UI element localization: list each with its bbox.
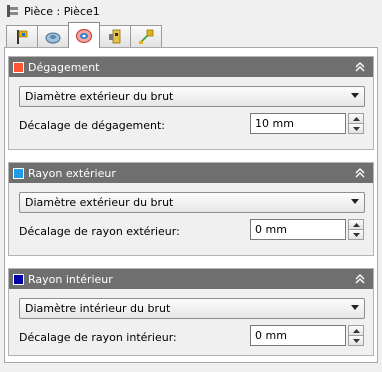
axis-origin-icon [139, 29, 154, 44]
offset-input[interactable]: 0 mm [250, 325, 346, 346]
section-inner-radius: Rayon intérieur Diamètre intérieur du br… [8, 268, 374, 356]
tab-origin[interactable] [130, 25, 162, 47]
outer-radius-offset-stepper[interactable]: 0 mm [250, 219, 364, 240]
lathe-stock-icon [45, 32, 61, 43]
tab-stock[interactable] [37, 25, 69, 47]
tab-part[interactable] [6, 25, 38, 47]
section-title: Rayon intérieur [28, 272, 113, 286]
section-header[interactable]: Rayon extérieur [9, 163, 373, 183]
chevron-up-icon [352, 116, 360, 121]
dropdown-value: Diamètre intérieur du brut [25, 302, 171, 315]
inner-radius-select[interactable]: Diamètre intérieur du brut [19, 298, 365, 319]
title-bar: Pièce : Pièce1 [0, 0, 382, 22]
chevron-up-icon [352, 222, 360, 227]
part-icon [7, 5, 18, 17]
tab-clearance[interactable] [68, 22, 100, 48]
outer-radius-select[interactable]: Diamètre extérieur du brut [19, 192, 365, 213]
chevron-down-icon [352, 126, 360, 131]
chevron-down-icon [351, 199, 359, 204]
chevron-down-icon [352, 338, 360, 343]
color-swatch [13, 61, 24, 73]
clearance-select[interactable]: Diamètre extérieur du brut [19, 86, 365, 107]
chevron-down-icon [351, 305, 359, 310]
collapse-icon[interactable] [353, 166, 367, 180]
window-title: Pièce : Pièce1 [24, 4, 100, 18]
chevron-up-icon [352, 328, 360, 333]
offset-input[interactable]: 10 mm [250, 113, 346, 134]
chevron-down-icon [351, 93, 359, 98]
section-header[interactable]: Dégagement [9, 57, 373, 77]
collapse-icon[interactable] [353, 60, 367, 74]
field-label: Décalage de rayon intérieur: [19, 331, 177, 344]
color-swatch [13, 273, 24, 285]
decrement-button[interactable] [348, 123, 364, 134]
clearance-offset-stepper[interactable]: 10 mm [250, 113, 364, 134]
face-stock-icon [109, 29, 121, 43]
field-label: Décalage de rayon extérieur: [19, 225, 180, 238]
tab-face[interactable] [99, 25, 131, 47]
tab-strip [6, 22, 162, 48]
chevron-down-icon [352, 232, 360, 237]
dropdown-value: Diamètre extérieur du brut [25, 196, 174, 209]
collapse-icon[interactable] [353, 272, 367, 286]
section-outer-radius: Rayon extérieur Diamètre extérieur du br… [8, 162, 374, 256]
section-title: Rayon extérieur [28, 166, 116, 180]
field-label: Décalage de dégagement: [19, 119, 166, 132]
part-flag-icon [17, 29, 28, 44]
color-swatch [13, 167, 24, 179]
section-clearance: Dégagement Diamètre extérieur du brut Dé… [8, 56, 374, 150]
section-header[interactable]: Rayon intérieur [9, 269, 373, 289]
clearance-icon [75, 28, 93, 43]
decrement-button[interactable] [348, 229, 364, 240]
decrement-button[interactable] [348, 335, 364, 346]
section-title: Dégagement [28, 60, 100, 74]
offset-input[interactable]: 0 mm [250, 219, 346, 240]
inner-radius-offset-stepper[interactable]: 0 mm [250, 325, 364, 346]
dropdown-value: Diamètre extérieur du brut [25, 90, 174, 103]
